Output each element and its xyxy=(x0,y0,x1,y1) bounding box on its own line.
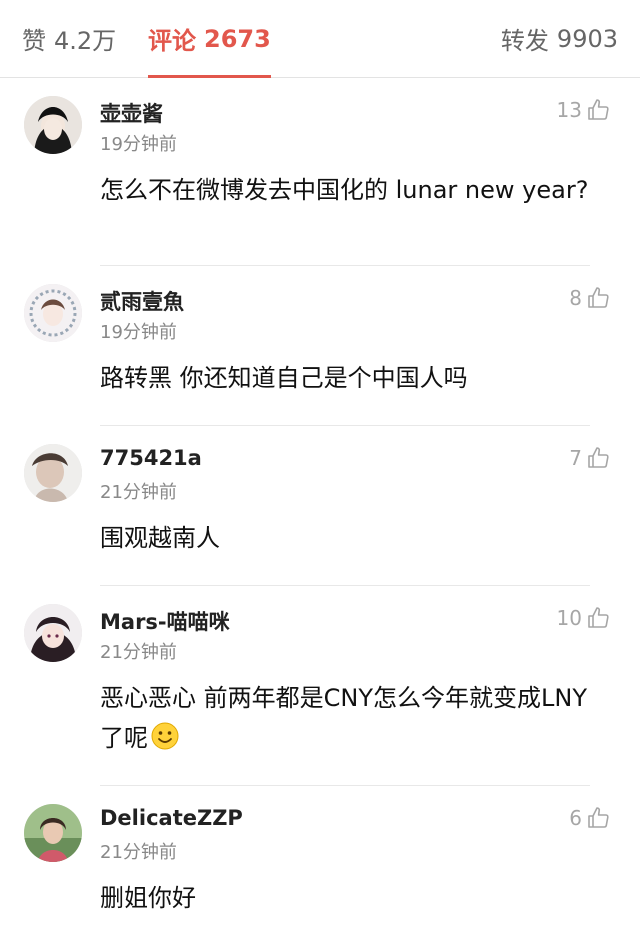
comment-username[interactable]: Mars-喵喵咪 xyxy=(100,606,230,636)
comment-list: 壶壶酱 19分钟前 13 怎么不在微博发去中国化的 lunar new year… xyxy=(0,78,640,936)
avatar[interactable] xyxy=(24,604,82,662)
smile-emoji-icon xyxy=(151,722,179,750)
thumbs-up-icon xyxy=(588,99,609,120)
tab-likes[interactable]: 赞 4.2万 xyxy=(22,0,148,78)
avatar[interactable] xyxy=(24,804,82,862)
comment-text: 围观越南人 xyxy=(100,524,220,552)
thumbs-up-icon xyxy=(588,447,609,468)
thumbs-up-icon xyxy=(588,607,609,628)
like-button[interactable]: 6 xyxy=(569,806,610,830)
comment-text: 怎么不在微博发去中国化的 lunar new year? xyxy=(100,176,589,204)
comment-username[interactable]: 775421a xyxy=(100,446,202,470)
comment-item: 775421a 21分钟前 7 围观越南人 xyxy=(0,426,640,586)
comment-timestamp: 21分钟前 xyxy=(100,842,177,863)
comment-text: 删姐你好 xyxy=(100,884,196,912)
tab-comments-label: 评论 xyxy=(148,27,196,55)
comment-username[interactable]: 壶壶酱 xyxy=(100,98,163,128)
tab-reposts-label: 转发 xyxy=(500,27,549,55)
like-count: 7 xyxy=(569,446,582,470)
tab-comments[interactable]: 评论 2673 xyxy=(148,0,271,78)
comment-item: Mars-喵喵咪 21分钟前 10 恶心恶心 前两年都是CNY怎么今年就变成LN… xyxy=(0,586,640,786)
avatar[interactable] xyxy=(24,284,82,342)
tab-likes-label: 赞 xyxy=(22,27,46,55)
comment-username[interactable]: 贰雨壹魚 xyxy=(100,286,184,316)
avatar[interactable] xyxy=(24,444,82,502)
like-button[interactable]: 7 xyxy=(569,446,610,470)
like-count: 13 xyxy=(556,98,582,122)
like-count: 6 xyxy=(569,806,582,830)
comment-timestamp: 21分钟前 xyxy=(100,482,177,503)
thumbs-up-icon xyxy=(588,287,609,308)
tab-comments-count: 2673 xyxy=(204,24,271,53)
comment-timestamp: 19分钟前 xyxy=(100,134,177,155)
comment-timestamp: 19分钟前 xyxy=(100,322,177,343)
tab-bar: 赞 4.2万 评论 2673 转发 9903 xyxy=(0,0,640,78)
like-button[interactable]: 13 xyxy=(557,98,610,122)
tab-reposts[interactable]: 转发 9903 xyxy=(501,0,618,78)
like-button[interactable]: 10 xyxy=(557,606,610,630)
like-count: 8 xyxy=(569,286,582,310)
comment-text: 恶心恶心 前两年都是CNY怎么今年就变成LNY了呢 xyxy=(100,678,600,758)
comment-username[interactable]: DelicateZZP xyxy=(100,806,243,830)
like-count: 10 xyxy=(556,606,582,630)
comment-timestamp: 21分钟前 xyxy=(100,642,177,663)
comment-item: 贰雨壹魚 19分钟前 8 路转黑 你还知道自己是个中国人吗 xyxy=(0,266,640,426)
like-button[interactable]: 8 xyxy=(569,286,610,310)
tab-likes-count: 4.2万 xyxy=(54,27,117,55)
avatar[interactable] xyxy=(24,96,82,154)
thumbs-up-icon xyxy=(588,807,609,828)
tab-reposts-count: 9903 xyxy=(556,24,618,53)
comment-text: 路转黑 你还知道自己是个中国人吗 xyxy=(100,364,468,392)
comment-item: DelicateZZP 21分钟前 6 删姐你好 xyxy=(0,786,640,936)
comment-item: 壶壶酱 19分钟前 13 怎么不在微博发去中国化的 lunar new year… xyxy=(0,78,640,266)
